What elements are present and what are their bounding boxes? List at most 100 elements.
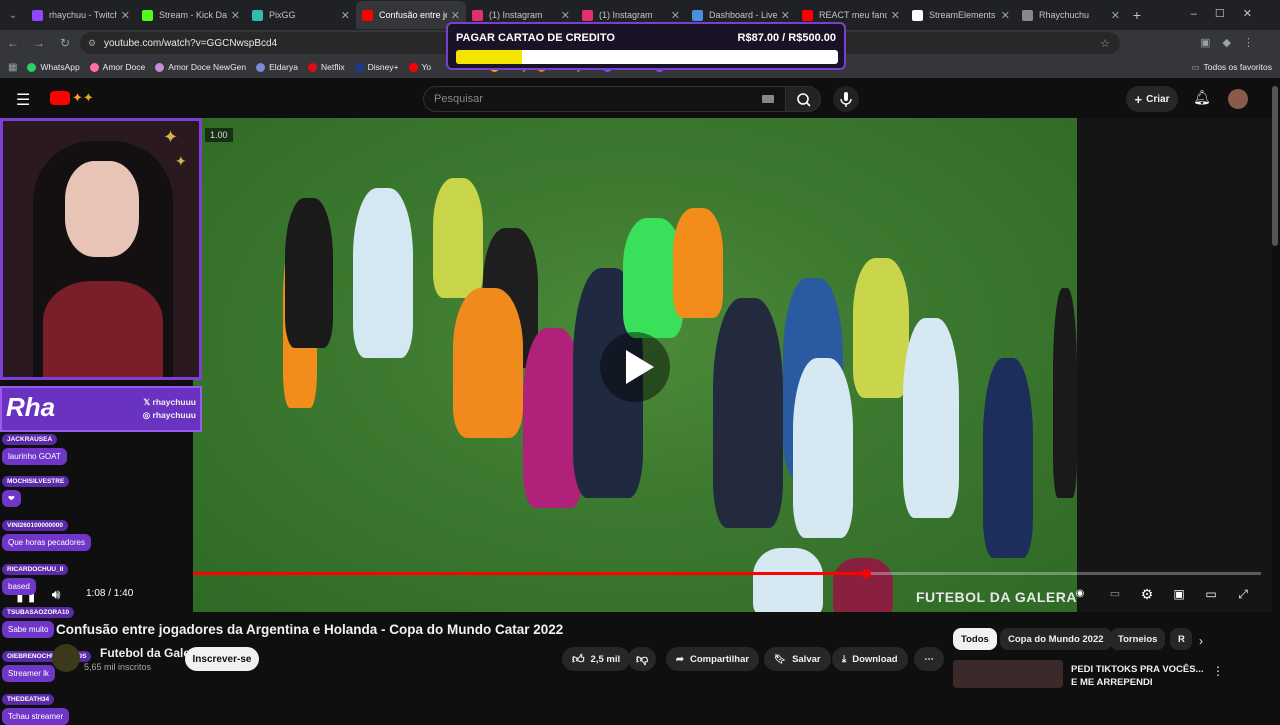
close-icon[interactable]: ✕ xyxy=(1111,9,1120,22)
streamer-namecard: Rha 𝕏 rhaychuuu ◎ rhaychuuu xyxy=(0,386,202,432)
search-button[interactable] xyxy=(785,86,821,112)
page-scrollbar[interactable] xyxy=(1272,86,1278,246)
video-progress-bar[interactable] xyxy=(193,572,1261,575)
bookmark-item[interactable]: WhatsApp xyxy=(27,62,80,72)
chat-text: Streamer lk xyxy=(2,665,55,682)
close-icon[interactable]: ✕ xyxy=(781,9,790,22)
youtube-logo[interactable] xyxy=(50,91,70,105)
tab-label: Stream - Kick Dash xyxy=(159,10,227,20)
browser-tab[interactable]: rhaychuu - Twitch ✕ xyxy=(26,1,136,29)
autoplay-toggle-icon[interactable]: ◉ xyxy=(1072,586,1088,602)
scrubber-handle[interactable] xyxy=(861,569,871,578)
window-controls[interactable]: –☐✕ xyxy=(1191,7,1270,20)
bookmark-item[interactable]: Yo xyxy=(408,62,431,72)
search-input[interactable]: Pesquisar xyxy=(423,86,786,112)
menu-icon[interactable]: ☰ xyxy=(16,90,30,110)
chip-more[interactable]: R xyxy=(1170,628,1192,650)
browser-tab[interactable]: Rhaychuchu ✕ xyxy=(1016,1,1126,29)
close-icon[interactable]: ✕ xyxy=(341,9,350,22)
channel-avatar[interactable] xyxy=(52,644,80,672)
chat-text: laurinho GOAT xyxy=(2,448,67,465)
download-label: Download xyxy=(852,653,898,665)
share-button[interactable]: ➦ Compartilhar xyxy=(666,647,760,671)
tab-label: Confusão entre jo xyxy=(379,10,447,20)
chat-text: ❤ xyxy=(2,490,21,507)
play-button[interactable] xyxy=(600,332,670,402)
bookmark-star-icon[interactable]: ☆ xyxy=(1100,37,1110,50)
fullscreen-icon[interactable]: ⤢ xyxy=(1235,586,1251,602)
reload-icon[interactable]: ↻ xyxy=(52,36,78,50)
all-favorites[interactable]: ▭ Todos os favoritos xyxy=(1191,62,1272,73)
donation-value: R$87.00 / R$500.00 xyxy=(737,32,836,44)
chip-todos[interactable]: Todos xyxy=(953,628,997,650)
close-icon[interactable]: ✕ xyxy=(671,9,680,22)
player-figure xyxy=(833,558,893,612)
new-tab-button[interactable]: + xyxy=(1126,7,1148,23)
chip-copa[interactable]: Copa do Mundo 2022 xyxy=(1000,628,1112,650)
create-button[interactable]: + Criar xyxy=(1126,86,1178,112)
browser-tab[interactable]: StreamElements ✕ xyxy=(906,1,1016,29)
notification-bell-icon[interactable]: 🔔︎ xyxy=(1193,89,1211,106)
close-icon[interactable]: ✕ xyxy=(451,9,460,22)
bookmark-item[interactable]: Disney+ xyxy=(354,62,399,72)
close-icon[interactable]: ✕ xyxy=(891,9,900,22)
close-icon[interactable]: ✕ xyxy=(561,9,570,22)
player-figure xyxy=(853,258,909,398)
chevron-right-icon[interactable]: › xyxy=(1199,634,1203,648)
subscribe-button[interactable]: Inscrever-se xyxy=(185,647,259,671)
browser-tab[interactable]: PixGG ✕ xyxy=(246,1,356,29)
tab-favicon-icon xyxy=(912,9,923,21)
tab-favicon-icon xyxy=(802,9,813,21)
mic-button[interactable] xyxy=(833,86,859,112)
close-icon[interactable]: ✕ xyxy=(231,9,240,22)
tab-label: Dashboard - Live xyxy=(709,10,777,20)
chip-torneios[interactable]: Torneios xyxy=(1110,628,1166,650)
referee-figure xyxy=(285,198,333,348)
x-handle: rhaychuuu xyxy=(152,397,196,407)
like-button[interactable]: 👍︎ 2,5 mil xyxy=(562,647,631,671)
forward-icon[interactable]: → xyxy=(26,36,52,50)
dislike-button[interactable]: 👎︎ xyxy=(628,647,657,671)
subtitles-icon[interactable]: ▭ xyxy=(1107,586,1123,602)
avatar[interactable] xyxy=(1228,89,1248,109)
bookmark-item[interactable]: Amor Doce NewGen xyxy=(155,62,246,72)
url-text: youtube.com/watch?v=GGCNwspBcd4 xyxy=(104,37,278,49)
more-actions-button[interactable]: ⋯ xyxy=(914,647,944,671)
play-icon xyxy=(626,350,654,384)
video-watermark: FUTEBOL DA GALERA xyxy=(916,589,1077,605)
cast-icon[interactable]: ▭ xyxy=(1203,586,1219,602)
star-decoration-icon: ✦ xyxy=(163,127,179,147)
download-button[interactable]: ⤓ Download xyxy=(832,647,908,671)
like-count: 2,5 mil xyxy=(590,653,621,665)
referee-figure xyxy=(1053,288,1077,498)
bookmark-item[interactable]: Amor Doce xyxy=(89,62,145,72)
close-icon[interactable]: ✕ xyxy=(121,9,130,22)
playback-speed-badge: 1.00 xyxy=(205,128,233,142)
tab-search-icon[interactable]: ⌄ xyxy=(0,10,26,21)
bookmark-favicon-icon xyxy=(354,62,364,72)
chat-username: JACKRAUSEA xyxy=(2,434,58,445)
keyboard-icon[interactable] xyxy=(762,95,774,103)
bookmark-item[interactable]: Eldarya xyxy=(256,62,298,72)
youtube-header: ☰ ✦✦ Pesquisar + Criar 🔔︎ xyxy=(0,80,1280,118)
recommended-title[interactable]: PEDI TIKTOKS PRA VOCÊS... E ME ARREPENDI xyxy=(1071,663,1211,689)
miniplayer-icon[interactable]: ▣ xyxy=(1171,586,1187,602)
close-icon[interactable]: ✕ xyxy=(1001,9,1010,22)
settings-gear-icon[interactable]: ⚙ xyxy=(1139,586,1155,602)
browser-tab[interactable]: Stream - Kick Dash ✕ xyxy=(136,1,246,29)
site-info-icon[interactable]: ⚙ xyxy=(88,38,96,49)
chat-message: JACKRAUSEA laurinho GOAT xyxy=(2,428,67,465)
recommended-menu-icon[interactable]: ⋮ xyxy=(1212,664,1224,678)
apps-grid-icon[interactable]: ▦ xyxy=(8,62,17,73)
recommended-thumbnail[interactable] xyxy=(953,660,1063,688)
bookmark-icon: 🔖︎ xyxy=(774,653,787,665)
tab-label: (1) Instagram xyxy=(599,10,653,20)
bookmark-item[interactable]: Netflix xyxy=(307,62,345,72)
extension-icons[interactable]: ▣◆⋮ xyxy=(1200,36,1266,49)
instagram-icon: ◎ xyxy=(142,410,153,420)
back-icon[interactable]: ← xyxy=(0,36,26,50)
namecard-initials: Rha xyxy=(6,392,56,422)
streamer-face xyxy=(65,161,139,257)
tab-favicon-icon xyxy=(362,9,373,21)
save-button[interactable]: 🔖︎ Salvar xyxy=(764,647,831,671)
